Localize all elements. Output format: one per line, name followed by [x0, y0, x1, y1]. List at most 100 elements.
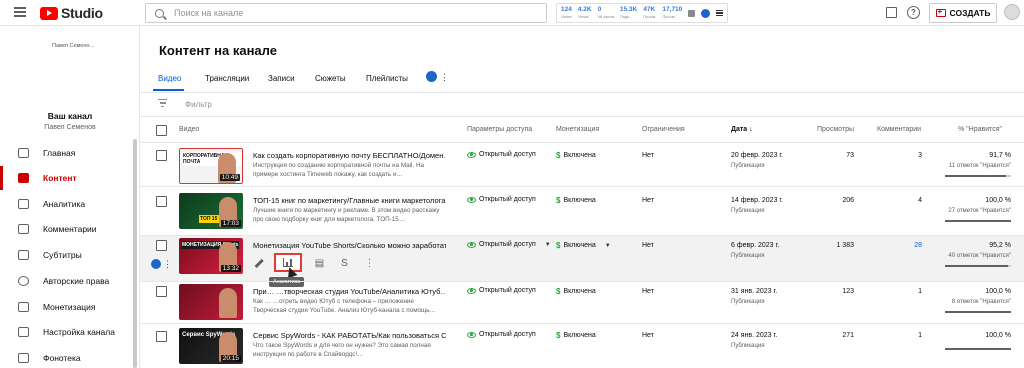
extension-menu-icon[interactable]: [716, 10, 724, 16]
publish-status: Публикация: [731, 163, 765, 169]
video-title[interactable]: При… …творческая студия YouTube/Аналитик…: [253, 287, 446, 296]
comments-value[interactable]: 1: [918, 288, 922, 295]
monetization-status[interactable]: $ Включена: [556, 331, 596, 340]
row-checkbox[interactable]: [156, 196, 167, 207]
filter-input[interactable]: Фильтр: [185, 100, 212, 109]
video-thumbnail[interactable]: [179, 284, 243, 320]
column-header-comments[interactable]: Комментарии: [877, 126, 921, 133]
row-extension-button[interactable]: ⋮: [151, 259, 172, 269]
sidebar-scrollbar[interactable]: [133, 139, 137, 368]
video-title[interactable]: ТОП-15 книг по маркетингу/Главные книги …: [253, 196, 446, 205]
page-title: Контент на канале: [159, 43, 277, 58]
chevron-down-icon: ▼: [544, 241, 551, 248]
likes-bar-fill: [945, 265, 1008, 267]
youtube-logo-icon: [40, 6, 58, 20]
search-box[interactable]: [145, 3, 547, 23]
restrictions-value: Нет: [642, 242, 654, 249]
dollar-icon: $: [556, 151, 561, 160]
sidebar-item-label: Главная: [43, 148, 76, 158]
likes-percent: 91,7 %: [989, 152, 1011, 159]
video-title[interactable]: Как создать корпоративную почту БЕСПЛАТН…: [253, 151, 446, 160]
extension-icon[interactable]: [688, 9, 696, 17]
likes-count: 27 отметок "Нравится": [948, 208, 1011, 214]
channel-name[interactable]: Павел Семенов: [0, 124, 140, 131]
help-icon[interactable]: ?: [907, 6, 920, 19]
extension-logo-icon[interactable]: [701, 8, 711, 18]
tab-videos[interactable]: Видео: [158, 74, 181, 83]
search-input[interactable]: [174, 8, 514, 18]
visibility-status[interactable]: Открытый доступ: [467, 287, 536, 294]
restrictions-value: Нет: [642, 332, 654, 339]
sidebar-item-audio-library[interactable]: Фонотека: [0, 346, 136, 368]
visibility-status[interactable]: Открытый доступ: [467, 151, 536, 158]
visibility-dropdown[interactable]: Открытый доступ ▼: [467, 241, 551, 248]
sidebar-item-comments[interactable]: Комментарии: [0, 217, 136, 241]
video-description: Лучшие книги по маркетингу и рекламе. В …: [253, 207, 440, 223]
more-options-icon[interactable]: ⋮: [364, 258, 375, 269]
channel-avatar-caption: Павел Семено…: [52, 43, 95, 49]
account-avatar[interactable]: [1004, 4, 1020, 20]
row-checkbox[interactable]: [156, 331, 167, 342]
chevron-down-icon: ▼: [604, 242, 611, 249]
eye-icon: [467, 241, 476, 248]
divider: [140, 281, 1024, 282]
comments-icon[interactable]: ▤: [314, 258, 325, 269]
date-value: 20 февр. 2023 г.: [731, 152, 784, 159]
dollar-icon: $: [556, 196, 561, 205]
video-title[interactable]: Монетизация YouTube Shorts/Сколько можно…: [253, 241, 446, 250]
monetization-status[interactable]: $ Включена: [556, 287, 596, 296]
copyright-icon: [18, 276, 29, 286]
sidebar-item-customization[interactable]: Настройка канала: [0, 320, 136, 344]
visibility-status[interactable]: Открытый доступ: [467, 196, 536, 203]
youtube-shorts-icon[interactable]: S: [339, 258, 350, 269]
video-thumbnail[interactable]: КОРПОРАТИВНАЯ ПОЧТА 10:49: [179, 148, 243, 184]
row-action-icons: ▤ S ⋮: [253, 258, 375, 269]
select-all-checkbox[interactable]: [156, 125, 167, 136]
hamburger-menu-icon[interactable]: [14, 7, 26, 17]
stat-item: 15.3K Подп.: [619, 6, 638, 19]
sidebar-item-subtitles[interactable]: Субтитры: [0, 243, 136, 267]
video-thumbnail[interactable]: ТОП 15 КН 17:03: [179, 193, 243, 229]
row-checkbox[interactable]: [156, 240, 167, 251]
likes-percent: 100,0 %: [985, 197, 1011, 204]
row-checkbox[interactable]: [156, 150, 167, 161]
tab-posts[interactable]: Записи: [268, 74, 295, 83]
tab-live[interactable]: Трансляции: [205, 74, 249, 83]
monetization-status[interactable]: $ Включена: [556, 151, 596, 160]
feedback-icon[interactable]: [886, 7, 897, 18]
tab-extension-button[interactable]: ⋮: [426, 71, 449, 82]
row-checkbox[interactable]: [156, 286, 167, 297]
monetization-dropdown[interactable]: $ Включена ▼: [556, 241, 611, 250]
sidebar-item-copyright[interactable]: Авторские права: [0, 269, 136, 293]
sidebar-item-label: Монетизация: [43, 302, 96, 312]
create-video-icon: [935, 7, 946, 17]
column-header-views[interactable]: Просмотры: [817, 126, 854, 133]
comments-value[interactable]: 1: [918, 332, 922, 339]
visibility-status[interactable]: Открытый доступ: [467, 331, 536, 338]
edit-icon[interactable]: [253, 258, 264, 269]
tab-playlists[interactable]: Плейлисты: [366, 74, 408, 83]
extension-stats-widget[interactable]: 124 Views 4.2K Views 0 48 часов 15.3K Подп. …: [556, 3, 728, 23]
sidebar-item-monetization[interactable]: Монетизация: [0, 295, 136, 319]
create-button[interactable]: СОЗДАТЬ: [929, 3, 997, 23]
views-value: 1 383: [836, 242, 854, 249]
tab-shorts[interactable]: Сюжеты: [315, 74, 346, 83]
filter-icon[interactable]: [158, 99, 167, 107]
date-value: 14 февр. 2023 г.: [731, 197, 784, 204]
comments-value[interactable]: 3: [918, 152, 922, 159]
sidebar-item-analytics[interactable]: Аналитика: [0, 192, 136, 216]
studio-logo[interactable]: Studio: [40, 5, 103, 21]
monetization-status[interactable]: $ Включена: [556, 196, 596, 205]
sidebar-item-label: Контент: [43, 173, 77, 183]
video-title[interactable]: Сервис SpyWords - КАК РАБОТАТЬ/Как польз…: [253, 331, 446, 340]
comments-value[interactable]: 4: [918, 197, 922, 204]
comments-value[interactable]: 28: [914, 242, 922, 249]
sidebar-item-dashboard[interactable]: Главная: [0, 141, 136, 165]
video-thumbnail[interactable]: Сервис SpyWords 20:15: [179, 328, 243, 364]
monetization-label: Включена: [563, 242, 596, 249]
column-header-likes[interactable]: % "Нравится": [958, 126, 1002, 133]
column-header-date[interactable]: Дата ↓: [731, 126, 753, 133]
column-header-monetization: Монетизация: [556, 126, 600, 133]
sidebar-item-content[interactable]: Контент: [0, 166, 136, 190]
video-thumbnail[interactable]: МОНЕТИЗАЦИЯ Shorts 13:32: [179, 238, 243, 274]
